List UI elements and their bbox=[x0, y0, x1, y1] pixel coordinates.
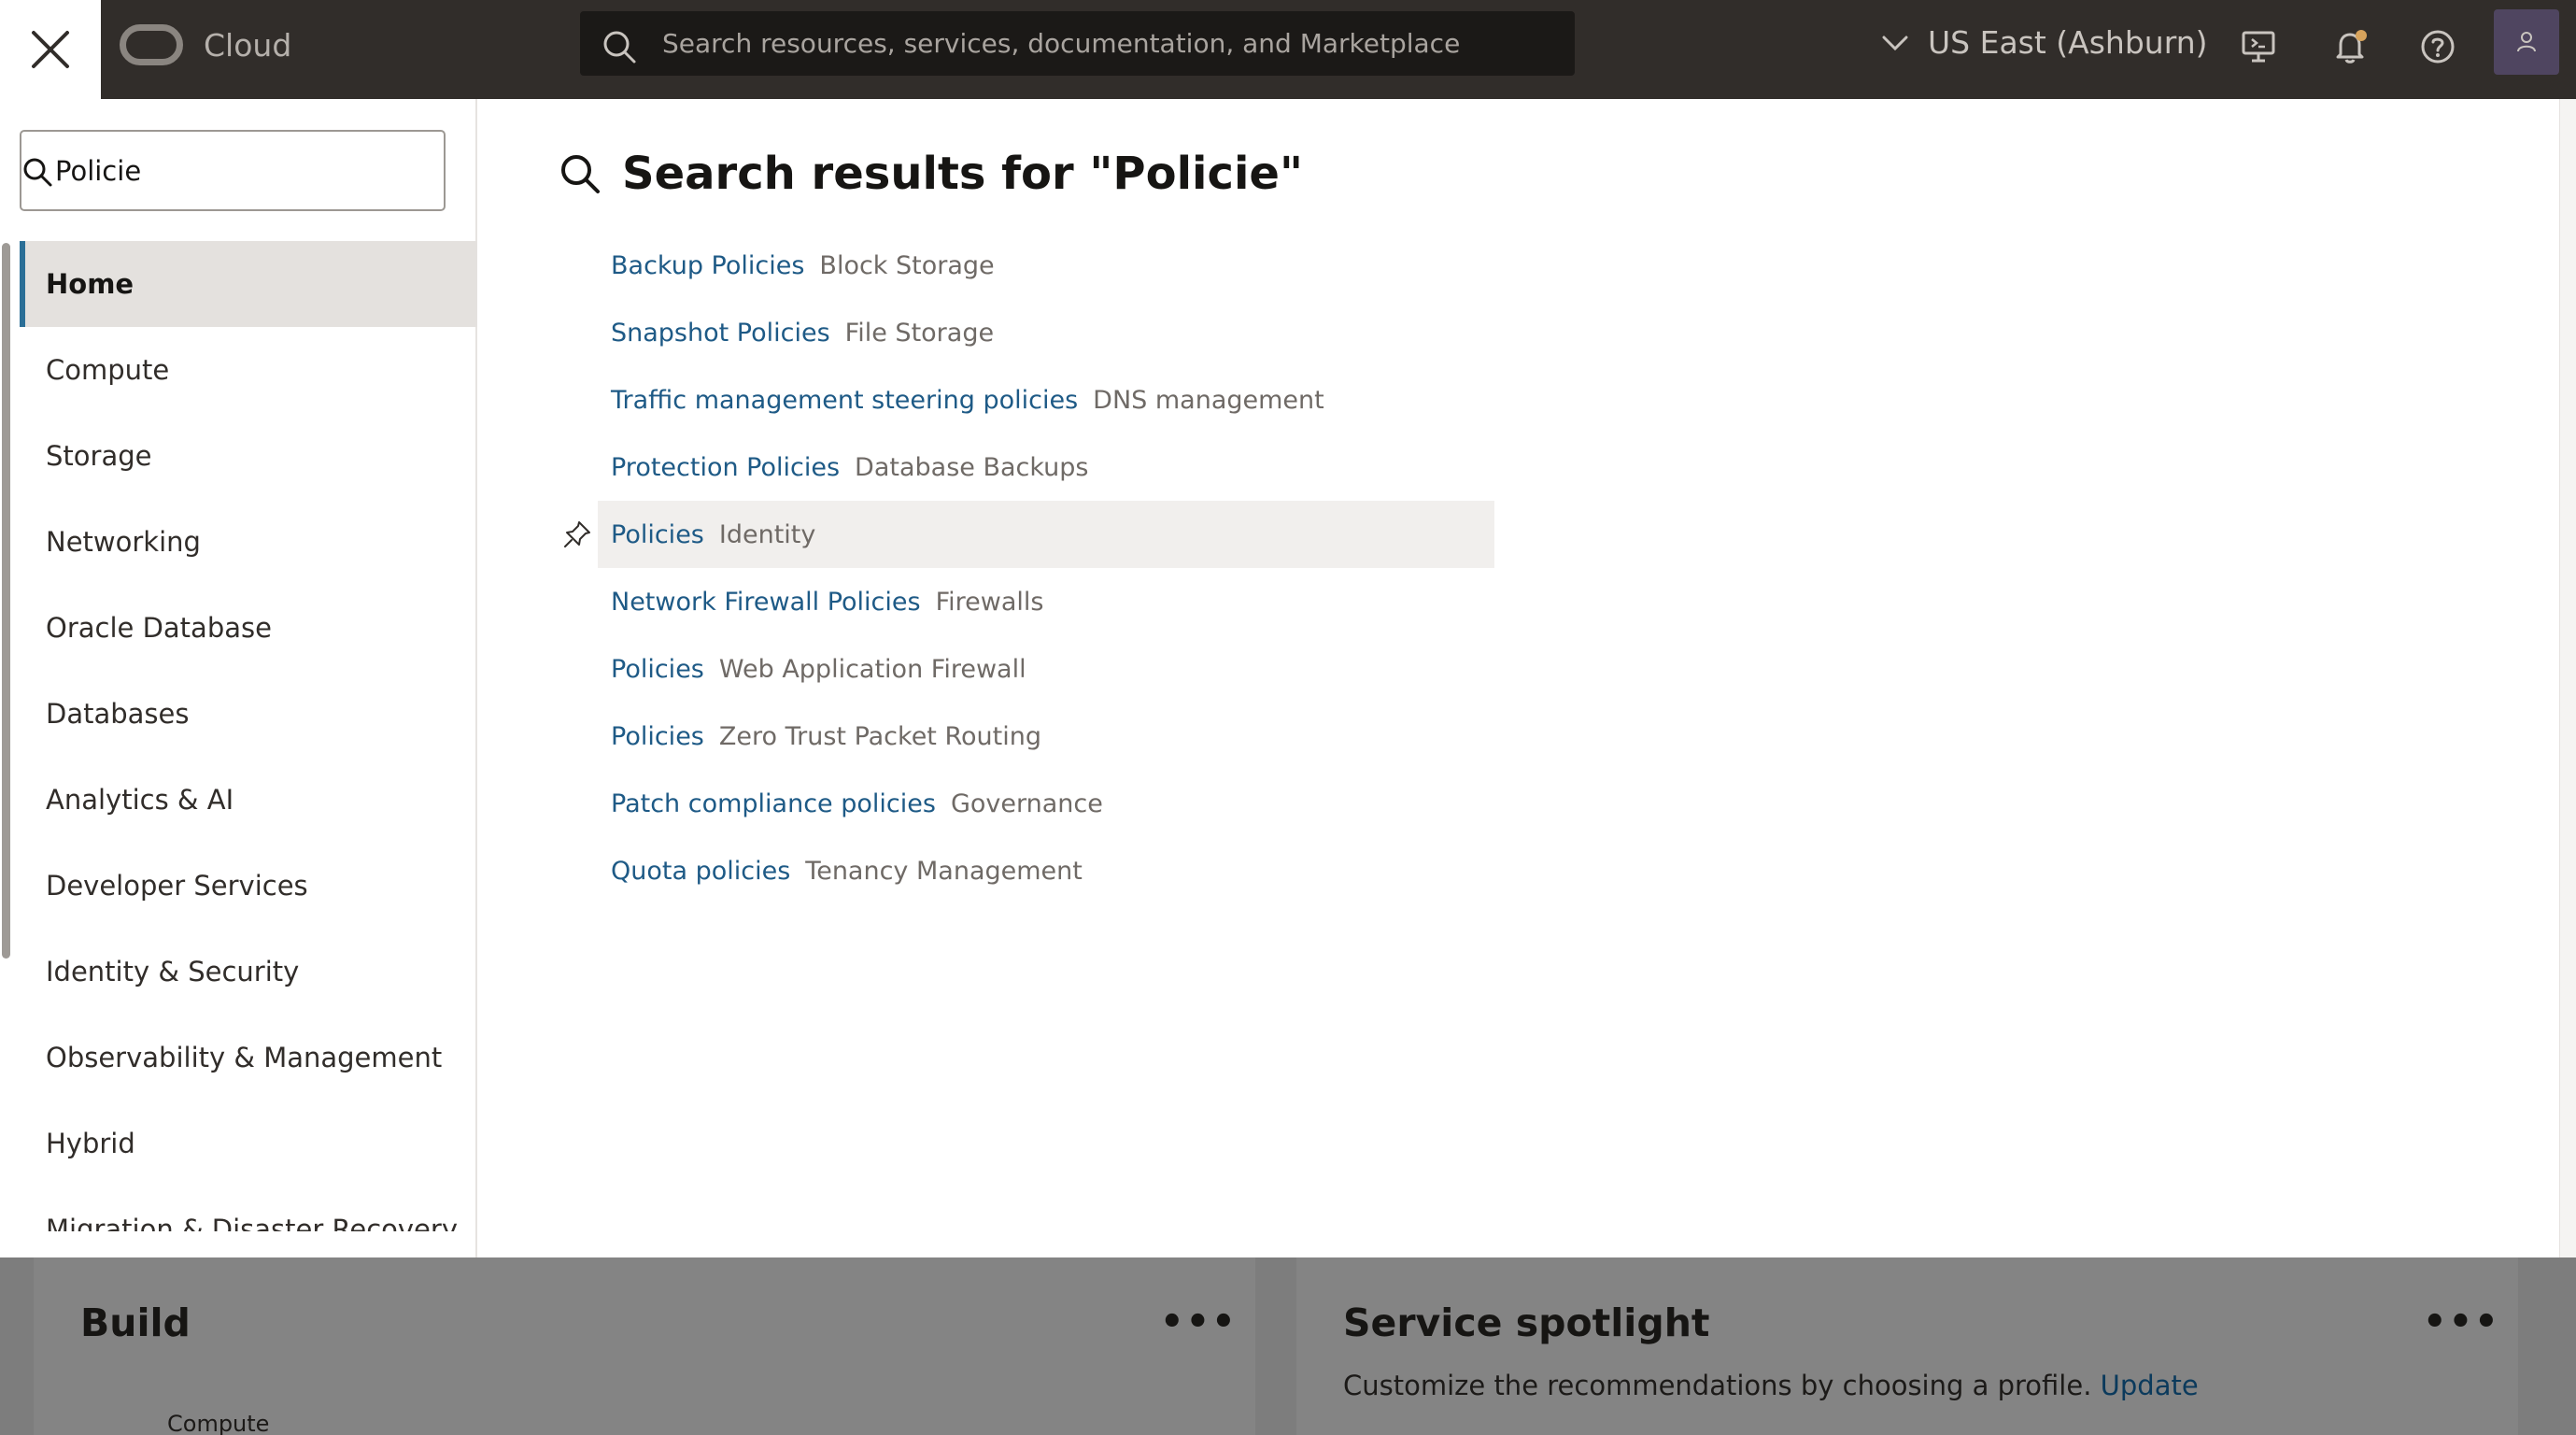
result-link[interactable]: Traffic management steering policies bbox=[611, 386, 1078, 415]
result-row[interactable]: Snapshot Policies File Storage bbox=[598, 299, 1494, 366]
result-category: File Storage bbox=[844, 318, 995, 348]
nav-item-storage[interactable]: Storage bbox=[20, 413, 477, 499]
result-row[interactable]: Backup Policies Block Storage bbox=[598, 232, 1494, 299]
result-link[interactable]: Policies bbox=[611, 655, 704, 684]
oracle-logo-icon bbox=[120, 24, 183, 65]
result-category: Firewalls bbox=[935, 587, 1044, 617]
search-icon bbox=[603, 31, 636, 64]
result-link[interactable]: Snapshot Policies bbox=[611, 319, 830, 348]
help-button[interactable] bbox=[2415, 24, 2460, 69]
result-row[interactable]: Patch compliance policies Governance bbox=[598, 770, 1494, 837]
result-category: Zero Trust Packet Routing bbox=[718, 721, 1041, 751]
cloud-shell-icon bbox=[2242, 31, 2275, 63]
build-card-title: Build bbox=[80, 1300, 191, 1345]
notifications-button[interactable] bbox=[2328, 24, 2372, 69]
cloud-shell-button[interactable] bbox=[2236, 24, 2281, 69]
search-results-title: Search results for "Policie" bbox=[622, 148, 1303, 200]
dashboard-overlay: Build ••• Compute Service spotlight ••• … bbox=[0, 1257, 2576, 1435]
nav-item-compute[interactable]: Compute bbox=[20, 327, 477, 413]
nav-item-databases[interactable]: Databases bbox=[20, 671, 477, 757]
menu-search-box[interactable] bbox=[20, 130, 446, 211]
menu-search-input[interactable] bbox=[55, 132, 429, 209]
spotlight-text: Customize the recommendations by choosin… bbox=[1343, 1370, 2092, 1401]
nav-item-home[interactable]: Home bbox=[20, 241, 477, 327]
notification-badge bbox=[2356, 30, 2367, 41]
result-link[interactable]: Policies bbox=[611, 722, 704, 751]
result-category: Database Backups bbox=[855, 452, 1089, 482]
region-label: US East (Ashburn) bbox=[1928, 24, 2208, 61]
service-spotlight-card: Service spotlight ••• Customize the reco… bbox=[1296, 1257, 2518, 1435]
search-icon bbox=[23, 158, 52, 187]
region-selector[interactable]: US East (Ashburn) bbox=[1879, 24, 2207, 61]
logo-text: Cloud bbox=[204, 26, 292, 64]
global-search-box[interactable] bbox=[580, 11, 1575, 76]
chevron-down-icon bbox=[1882, 36, 1908, 50]
user-icon bbox=[2517, 32, 2536, 52]
result-link[interactable]: Backup Policies bbox=[611, 251, 804, 280]
nav-list: Home Compute Storage Networking Oracle D… bbox=[20, 241, 477, 1231]
result-row[interactable]: Policies Web Application Firewall bbox=[598, 635, 1494, 703]
nav-item-observability-management[interactable]: Observability & Management bbox=[20, 1015, 477, 1101]
result-link[interactable]: Network Firewall Policies bbox=[611, 588, 921, 617]
nav-item-hybrid[interactable]: Hybrid bbox=[20, 1101, 477, 1186]
top-bar: Cloud US East (Ashburn) bbox=[0, 0, 2576, 99]
build-card: Build ••• Compute bbox=[34, 1257, 1255, 1435]
search-icon bbox=[561, 155, 600, 193]
search-results-header: Search results for "Policie" bbox=[559, 148, 1303, 200]
help-icon bbox=[2421, 30, 2455, 64]
result-category: Tenancy Management bbox=[805, 856, 1083, 886]
result-category: Block Storage bbox=[819, 250, 995, 280]
spotlight-card-title: Service spotlight bbox=[1343, 1300, 1710, 1345]
result-row[interactable]: Protection Policies Database Backups bbox=[598, 433, 1494, 501]
spotlight-update-link[interactable]: Update bbox=[2101, 1370, 2199, 1401]
navigation-menu: Home Compute Storage Networking Oracle D… bbox=[0, 99, 477, 1257]
nav-item-developer-services[interactable]: Developer Services bbox=[20, 843, 477, 929]
result-link[interactable]: Policies bbox=[611, 520, 704, 549]
user-profile-button[interactable] bbox=[2494, 9, 2559, 75]
result-category: Identity bbox=[718, 519, 816, 549]
spotlight-description: Customize the recommendations by choosin… bbox=[1343, 1370, 2199, 1401]
result-category: Web Application Firewall bbox=[718, 654, 1026, 684]
result-row-hovered[interactable]: Policies Identity bbox=[564, 501, 1494, 568]
close-icon bbox=[32, 31, 69, 68]
result-row[interactable]: Policies Zero Trust Packet Routing bbox=[598, 703, 1494, 770]
spotlight-card-menu-button[interactable]: ••• bbox=[2423, 1300, 2500, 1343]
pin-icon[interactable] bbox=[562, 519, 592, 549]
nav-item-oracle-database[interactable]: Oracle Database bbox=[20, 585, 477, 671]
global-search-input[interactable] bbox=[662, 11, 1550, 76]
result-link[interactable]: Quota policies bbox=[611, 857, 790, 886]
close-menu-button[interactable] bbox=[0, 0, 101, 99]
result-row[interactable]: Traffic management steering policies DNS… bbox=[598, 366, 1494, 433]
result-category: Governance bbox=[950, 789, 1103, 818]
page-scrollbar-track[interactable] bbox=[2559, 99, 2576, 1257]
result-link[interactable]: Patch compliance policies bbox=[611, 789, 936, 818]
result-category: DNS management bbox=[1093, 385, 1324, 415]
nav-item-networking[interactable]: Networking bbox=[20, 499, 477, 585]
nav-item-analytics-ai[interactable]: Analytics & AI bbox=[20, 757, 477, 843]
oracle-cloud-logo[interactable]: Cloud bbox=[120, 24, 291, 65]
nav-item-migration-disaster-recovery[interactable]: Migration & Disaster Recovery bbox=[20, 1186, 477, 1231]
menu-scrollbar[interactable] bbox=[2, 243, 10, 959]
result-row[interactable]: Network Firewall Policies Firewalls bbox=[598, 568, 1494, 635]
result-row[interactable]: Quota policies Tenancy Management bbox=[598, 837, 1494, 904]
nav-item-identity-security[interactable]: Identity & Security bbox=[20, 929, 477, 1015]
build-card-item[interactable]: Compute bbox=[167, 1411, 269, 1435]
build-card-menu-button[interactable]: ••• bbox=[1160, 1300, 1238, 1343]
search-results-list: Backup Policies Block Storage Snapshot P… bbox=[564, 232, 1494, 904]
result-link[interactable]: Protection Policies bbox=[611, 453, 840, 482]
